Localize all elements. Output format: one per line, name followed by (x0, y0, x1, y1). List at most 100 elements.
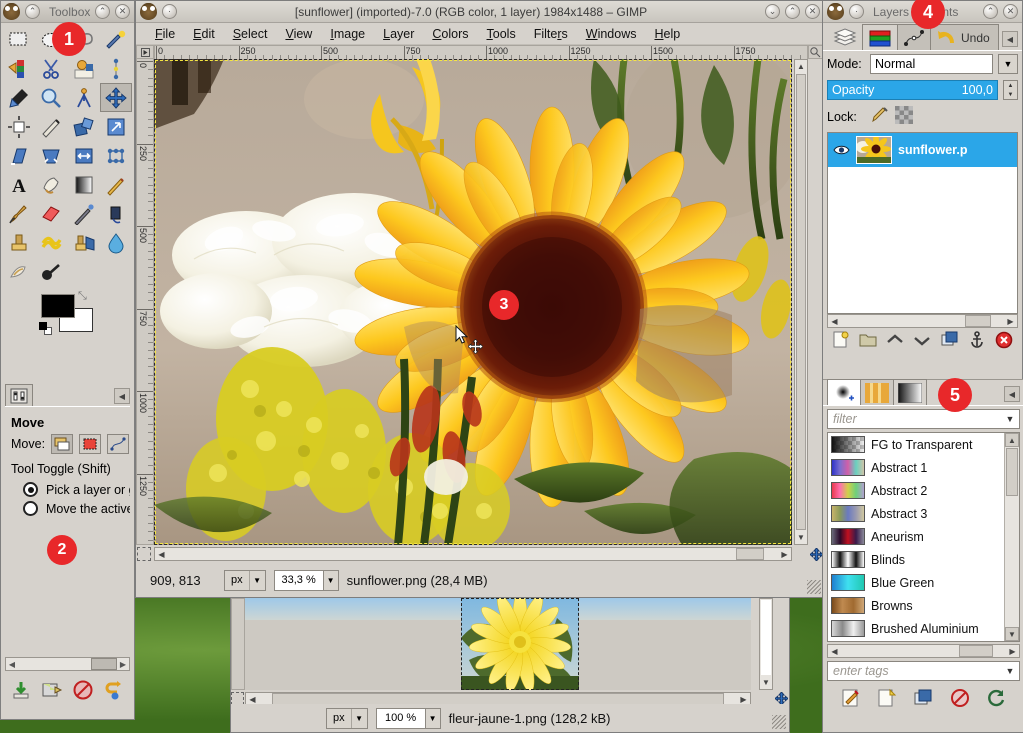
gradients-hscrollbar[interactable]: ◀ ▶ (827, 644, 1020, 658)
fuzzy-select-tool[interactable] (100, 25, 132, 54)
scale-tool[interactable] (100, 112, 132, 141)
menu-tools[interactable]: Tools (478, 25, 525, 43)
canvas-vertical-scrollbar[interactable]: ▲ ▼ (794, 59, 808, 545)
rect-select-tool[interactable] (3, 25, 35, 54)
gradient-item[interactable]: Browns (828, 594, 1004, 617)
ruler-origin-button[interactable] (136, 45, 154, 59)
pencil-tool[interactable] (100, 170, 132, 199)
canvas2-navigation-button[interactable] (773, 598, 789, 690)
menu-colors[interactable]: Colors (423, 25, 477, 43)
restore-tool-preset-icon[interactable] (41, 679, 63, 704)
tags-input[interactable]: enter tags ▼ (827, 661, 1020, 681)
unit-combo[interactable]: px ▼ (224, 570, 266, 591)
menu-view[interactable]: View (276, 25, 321, 43)
scroll-right-icon[interactable]: ▶ (778, 548, 791, 560)
blur-sharpen-tool[interactable] (100, 228, 132, 257)
image-window-close-button[interactable]: ✕ (805, 4, 820, 19)
quick-mask-toggle[interactable] (137, 547, 151, 561)
scroll-left-icon[interactable]: ◀ (828, 645, 841, 657)
tab-undo-history[interactable]: Undo (930, 24, 999, 50)
foreground-select-tool[interactable] (68, 54, 100, 83)
scroll-down-icon[interactable]: ▼ (760, 676, 772, 689)
gradients-hscroll-thumb[interactable] (959, 645, 993, 657)
hscroll-thumb[interactable] (736, 548, 764, 560)
refresh-gradients-icon[interactable] (986, 688, 1006, 711)
opacity-slider[interactable]: Opacity 100,0 (827, 80, 998, 100)
menu-image[interactable]: Image (321, 25, 374, 43)
chevron-down-icon[interactable]: ▼ (324, 570, 339, 591)
dock-shade-button[interactable]: ⌃ (983, 4, 998, 19)
layers-list[interactable]: sunflower.p (827, 132, 1018, 314)
gradient-item[interactable]: Abstract 1 (828, 456, 1004, 479)
canvas-horizontal-scrollbar[interactable]: ◀ ▶ (154, 547, 792, 561)
menu-filters[interactable]: Filters (525, 25, 577, 43)
gradient-item[interactable]: Abstract 2 (828, 479, 1004, 502)
tab-gradients[interactable] (893, 379, 927, 405)
new-layer-icon[interactable] (832, 331, 850, 352)
move-tool[interactable] (100, 83, 132, 112)
dock-tab-menu-button[interactable]: ◀ (1002, 31, 1018, 47)
toolbox-titlebar[interactable]: ⌃ Toolbox ... ⌃ ✕ (1, 1, 134, 23)
move-layer-mode-button[interactable] (51, 434, 73, 454)
toolbox-minimize-button[interactable]: ⌃ (25, 4, 40, 19)
new-layer-group-icon[interactable] (859, 331, 877, 352)
lock-pixels-icon[interactable] (870, 106, 890, 127)
zoom-tool[interactable] (35, 83, 67, 112)
scissors-select-tool[interactable] (35, 54, 67, 83)
scroll-thumb[interactable] (91, 658, 117, 670)
duplicate-gradient-icon[interactable] (913, 688, 933, 711)
flip-tool[interactable] (68, 141, 100, 170)
dock-close-button[interactable]: ✕ (1003, 4, 1018, 19)
tool-options-tab[interactable] (5, 384, 33, 406)
radio-row-move-active[interactable]: Move the active (5, 499, 130, 518)
image-window-minimize-button[interactable]: ⌄ (765, 4, 780, 19)
move-selection-mode-button[interactable] (79, 434, 101, 454)
save-tool-preset-icon[interactable] (10, 679, 32, 704)
chevron-down-icon[interactable]: ▼ (426, 708, 441, 729)
gradient-item[interactable]: Blue Green (828, 571, 1004, 594)
resize-grip[interactable] (807, 580, 821, 594)
menu-layer[interactable]: Layer (374, 25, 423, 43)
anchor-layer-icon[interactable] (968, 331, 986, 352)
scroll-up-icon[interactable]: ▲ (795, 60, 807, 73)
opacity-spinner[interactable]: ▲▼ (1003, 80, 1018, 100)
chevron-down-icon[interactable]: ▼ (1001, 414, 1019, 424)
radio-row-pick-layer[interactable]: Pick a layer or gu (5, 480, 130, 499)
scroll-left-icon[interactable]: ◀ (6, 658, 18, 670)
paths-tool[interactable] (100, 54, 132, 83)
tab-layers[interactable] (827, 24, 863, 50)
clone-tool[interactable] (3, 228, 35, 257)
measure-tool[interactable] (68, 83, 100, 112)
airbrush-tool[interactable] (68, 199, 100, 228)
gradient-filter-input[interactable]: filter ▼ (827, 409, 1020, 429)
image-window-titlebar[interactable]: · [sunflower] (imported)-7.0 (RGB color,… (136, 1, 824, 23)
blend-mode-select[interactable]: Normal (870, 54, 993, 74)
image-window-menu-button[interactable]: · (162, 4, 177, 19)
menu-file[interactable]: File (146, 25, 184, 43)
heal-tool[interactable] (35, 228, 67, 257)
delete-gradient-icon[interactable] (950, 688, 970, 711)
bucket-fill-tool[interactable] (35, 170, 67, 199)
scroll-up-icon[interactable]: ▲ (1005, 433, 1019, 447)
zoom-combo-2[interactable]: 100 % ▼ (376, 708, 441, 729)
perspective-clone-tool[interactable] (68, 228, 100, 257)
chevron-down-icon[interactable]: ▼ (351, 709, 367, 728)
zoom-combo[interactable]: 33,3 % ▼ (274, 570, 339, 591)
delete-layer-icon[interactable] (995, 331, 1013, 352)
image-canvas[interactable] (154, 59, 792, 545)
horizontal-ruler[interactable]: 02505007501000125015001750 (154, 45, 808, 59)
duplicate-layer-icon[interactable] (941, 331, 959, 352)
scroll-left-icon[interactable]: ◀ (828, 315, 841, 327)
toolbox-hscrollbar[interactable]: ◀ ▶ (5, 657, 130, 671)
eraser-tool[interactable] (35, 199, 67, 228)
lock-alpha-icon[interactable] (895, 106, 913, 127)
gradients-tab-menu-button[interactable]: ◀ (1004, 386, 1020, 402)
image-window-maximize-button[interactable]: ⌃ (785, 4, 800, 19)
cage-transform-tool[interactable] (100, 141, 132, 170)
scroll-right-icon[interactable]: ▶ (1004, 315, 1017, 327)
gradients-scroll-thumb[interactable] (1006, 448, 1018, 496)
new-gradient-icon[interactable] (877, 688, 897, 711)
chevron-down-icon[interactable]: ▼ (249, 571, 265, 590)
vscroll-thumb[interactable] (796, 74, 806, 530)
ink-tool[interactable] (100, 199, 132, 228)
